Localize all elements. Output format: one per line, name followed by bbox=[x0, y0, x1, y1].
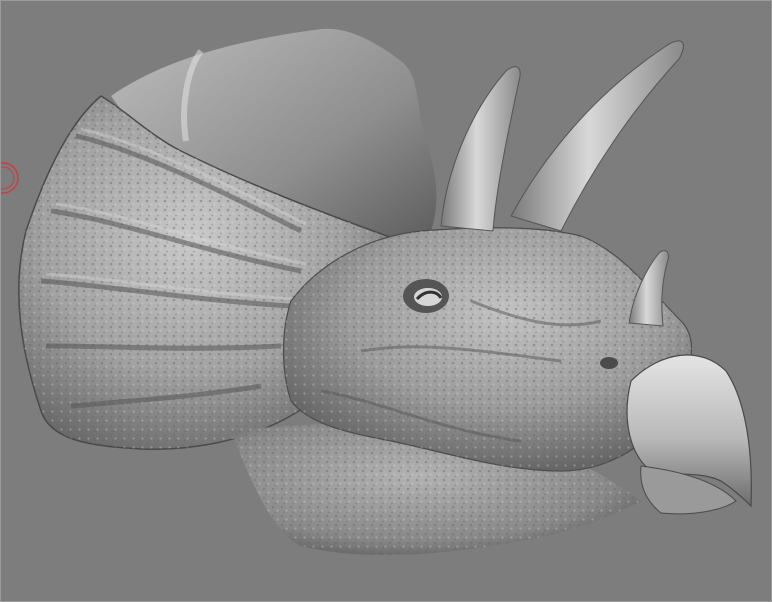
brow-horn-right bbox=[510, 40, 684, 232]
eye-socket bbox=[403, 279, 449, 313]
nostril bbox=[600, 357, 618, 369]
viewport-canvas[interactable] bbox=[1, 1, 771, 601]
brow-horn-left bbox=[440, 66, 521, 232]
brush-cursor-icon bbox=[1, 162, 19, 194]
sculpt-viewport[interactable] bbox=[0, 0, 772, 602]
